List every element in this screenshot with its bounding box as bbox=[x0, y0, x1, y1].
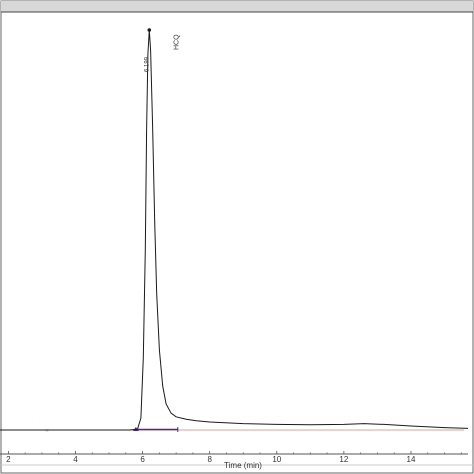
reference-start-marker: × bbox=[45, 429, 49, 435]
x-tick-label: 14 bbox=[407, 455, 416, 464]
top-bar bbox=[1, 1, 473, 12]
peak-apex-marker bbox=[147, 28, 152, 32]
x-tick-label: 6 bbox=[140, 455, 145, 464]
x-tick-label: 12 bbox=[339, 455, 348, 464]
peak-compound-label: HCQ bbox=[173, 34, 180, 50]
x-tick-label: 8 bbox=[207, 455, 212, 464]
x-axis-label: Time (min) bbox=[224, 461, 262, 470]
x-tick-label: 10 bbox=[272, 455, 281, 464]
x-tick-label: 4 bbox=[73, 455, 78, 464]
chromatogram-chart: × 2 4 6 8 10 12 14 Time (min) 6.199 HCQ bbox=[0, 0, 474, 474]
peak-retention-time-label: 6.199 bbox=[144, 56, 150, 72]
chart-background bbox=[0, 0, 474, 474]
x-tick-label: 2 bbox=[6, 455, 11, 464]
